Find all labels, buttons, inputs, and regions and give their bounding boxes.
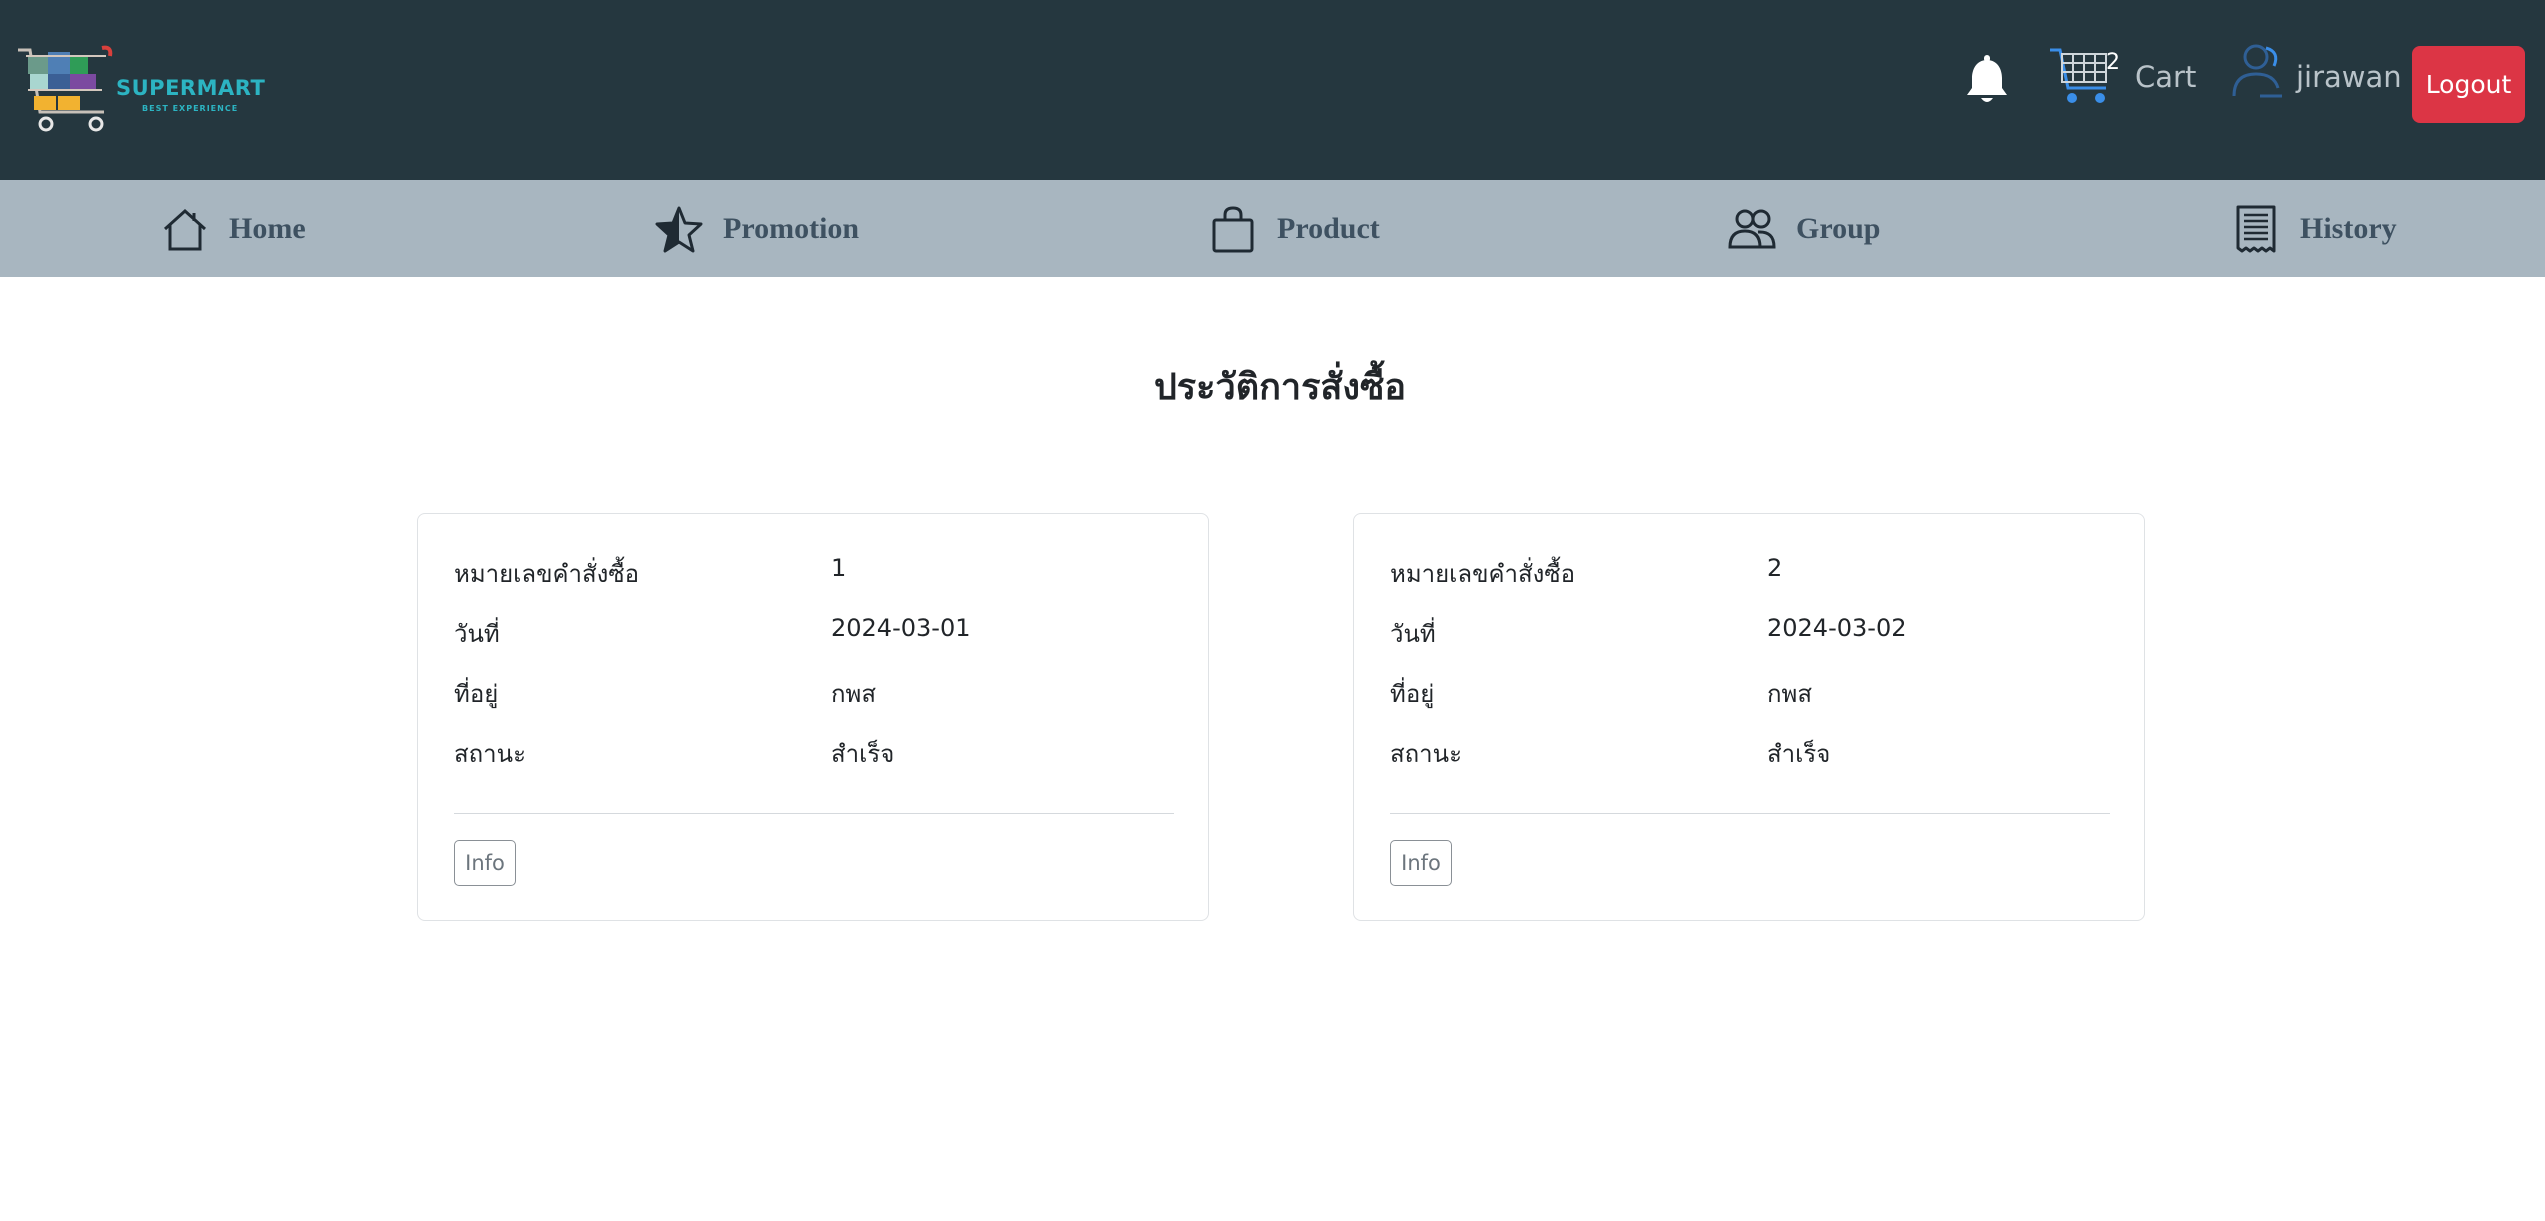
bell-icon[interactable] <box>1962 54 2012 106</box>
nav-label: Promotion <box>723 211 860 245</box>
shopping-bag-icon <box>1212 205 1254 252</box>
order-card: หมายเลขคำสั่งซื้อ 2 วันที่ 2024-03-02 ที… <box>1353 513 2145 921</box>
card-divider <box>454 813 1174 814</box>
shopping-cart-logo-icon <box>18 45 113 132</box>
star-icon <box>655 206 703 252</box>
nav-label: Home <box>229 211 306 245</box>
address-value: กพส <box>1767 680 1812 708</box>
info-button[interactable]: Info <box>454 840 516 886</box>
cart-count-badge: 2 <box>2106 50 2120 75</box>
main-nav: Home Promotion Product Group History <box>0 180 2545 277</box>
receipt-icon <box>2236 205 2276 252</box>
order-number-value: 2 <box>1767 554 1783 582</box>
nav-label: Group <box>1796 211 1881 245</box>
nav-item-history[interactable]: History <box>2232 180 2397 277</box>
username-label[interactable]: jirawan <box>2296 60 2402 94</box>
nav-item-product[interactable]: Product <box>1209 180 1380 277</box>
status-label: สถานะ <box>454 740 526 768</box>
top-header: SUPERMART BEST EXPERIENCE 2 Cart jirawan… <box>0 0 2545 180</box>
date-label: วันที่ <box>1390 620 1436 648</box>
user-outline-icon[interactable] <box>2230 42 2286 100</box>
status-value: สำเร็จ <box>831 740 895 768</box>
brand-name: SUPERMART <box>116 76 266 100</box>
nav-item-home[interactable]: Home <box>161 180 306 277</box>
page-title: ประวัติการสั่งซื้อ <box>1153 367 1407 408</box>
date-value: 2024-03-01 <box>831 614 971 642</box>
nav-item-group[interactable]: Group <box>1728 180 1880 277</box>
cart-link[interactable]: Cart <box>2135 60 2196 94</box>
info-button[interactable]: Info <box>1390 840 1452 886</box>
date-label: วันที่ <box>454 620 500 648</box>
logout-button[interactable]: Logout <box>2412 46 2525 123</box>
address-label: ที่อยู่ <box>454 680 499 708</box>
address-value: กพส <box>831 680 876 708</box>
nav-label: History <box>2300 211 2397 245</box>
order-number-label: หมายเลขคำสั่งซื้อ <box>1390 560 1576 588</box>
date-value: 2024-03-02 <box>1767 614 1907 642</box>
status-label: สถานะ <box>1390 740 1462 768</box>
house-icon <box>163 208 207 250</box>
address-label: ที่อยู่ <box>1390 680 1435 708</box>
brand-tagline: BEST EXPERIENCE <box>142 104 239 113</box>
people-icon <box>1728 209 1776 248</box>
nav-label: Product <box>1277 211 1380 245</box>
status-value: สำเร็จ <box>1767 740 1831 768</box>
order-number-label: หมายเลขคำสั่งซื้อ <box>454 560 640 588</box>
order-card: หมายเลขคำสั่งซื้อ 1 วันที่ 2024-03-01 ที… <box>417 513 1209 921</box>
order-number-value: 1 <box>831 554 847 582</box>
nav-item-promotion[interactable]: Promotion <box>655 180 859 277</box>
card-divider <box>1390 813 2110 814</box>
brand-logo[interactable]: SUPERMART BEST EXPERIENCE <box>16 42 266 142</box>
